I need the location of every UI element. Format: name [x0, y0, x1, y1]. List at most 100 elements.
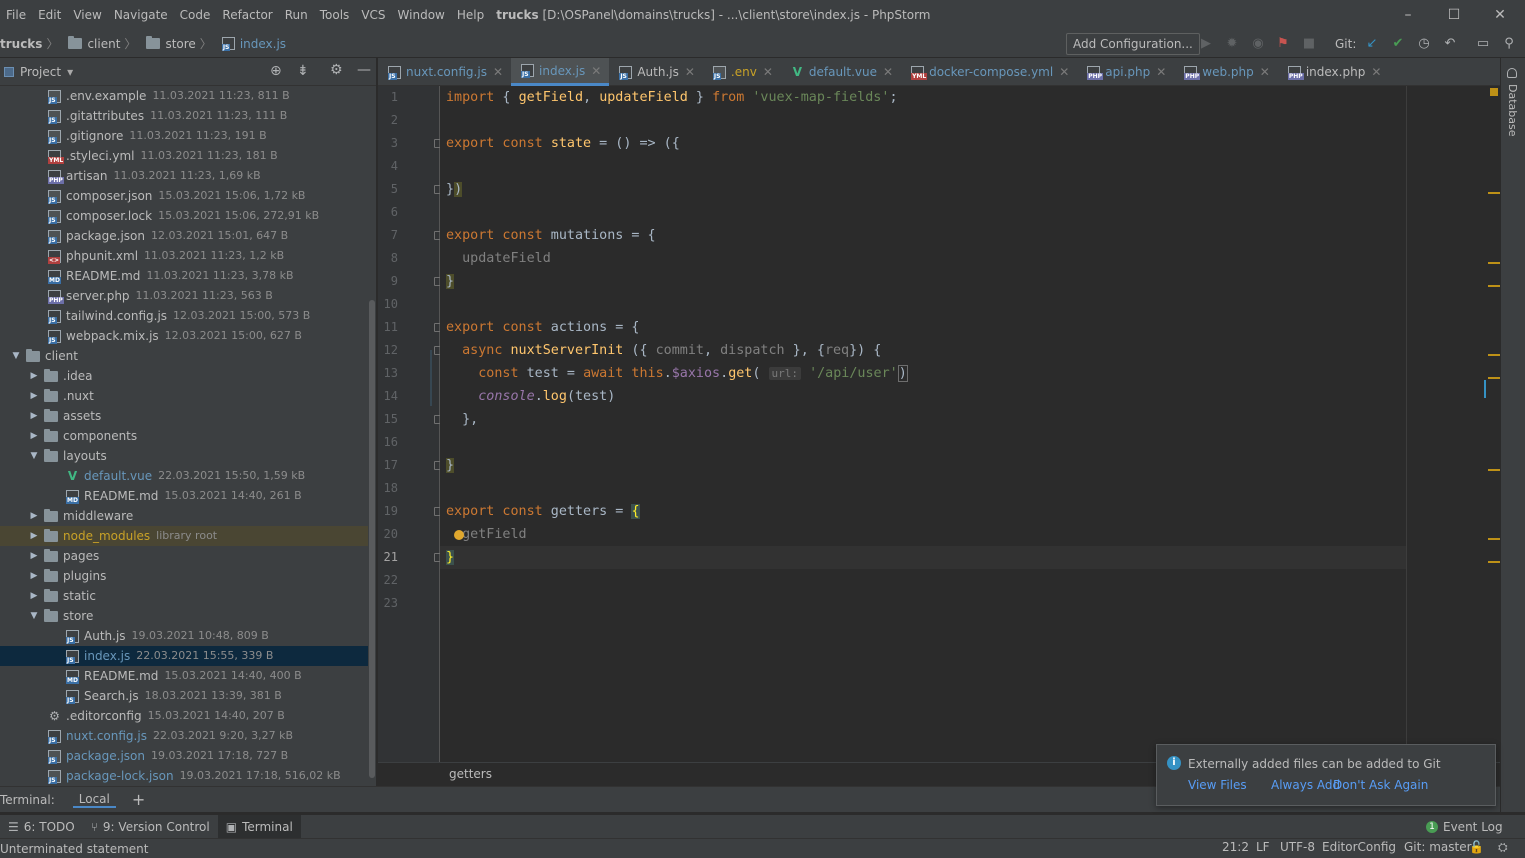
tree-file[interactable]: .env.example 11.03.2021 11:23, 811 B [0, 86, 368, 106]
tree-folder[interactable]: ▶ plugins [0, 566, 368, 586]
collapsed-arrow-icon[interactable]: ▶ [28, 566, 40, 586]
breadcrumb-client[interactable]: client 〉 [68, 35, 142, 52]
chevron-down-icon[interactable]: ▾ [67, 65, 73, 79]
tree-file[interactable]: webpack.mix.js 12.03.2021 15:00, 627 B [0, 326, 368, 346]
tab-default-vue[interactable]: Vdefault.vue ✕ [781, 58, 901, 86]
tree-folder[interactable]: ▼ client [0, 346, 368, 366]
tab-auth-js[interactable]: Auth.js ✕ [609, 58, 703, 86]
collapsed-arrow-icon[interactable]: ▶ [28, 586, 40, 606]
expanded-arrow-icon[interactable]: ▼ [28, 446, 40, 466]
tree-file[interactable]: nuxt.config.js 22.03.2021 9:20, 3,27 kB [0, 726, 368, 746]
menu-code[interactable]: Code [174, 0, 217, 30]
tab-web-php[interactable]: web.php ✕ [1174, 58, 1278, 86]
git-history-icon[interactable]: ◷ [1414, 34, 1434, 54]
tree-file[interactable]: README.md 11.03.2021 11:23, 3,78 kB [0, 266, 368, 286]
warning-indicator-icon[interactable] [1490, 88, 1498, 96]
expanded-arrow-icon[interactable]: ▼ [10, 346, 22, 366]
project-structure-icon[interactable]: ▭ [1473, 34, 1493, 54]
coverage-icon[interactable]: ◉ [1248, 34, 1268, 54]
todo-tool-button[interactable]: ☰ 6: TODO [0, 815, 83, 839]
tree-file[interactable]: package-lock.json 19.03.2021 17:18, 516,0… [0, 766, 368, 786]
git-rollback-icon[interactable]: ↶ [1440, 34, 1460, 54]
git-branch[interactable]: Git: master [1404, 840, 1472, 854]
tab-docker-compose-yml[interactable]: docker-compose.yml ✕ [901, 58, 1077, 86]
tree-file[interactable]: tailwind.config.js 12.03.2021 15:00, 573 … [0, 306, 368, 326]
tab--env[interactable]: .env ✕ [703, 58, 781, 86]
git-update-icon[interactable]: ↙ [1362, 34, 1382, 54]
close-tab-icon[interactable]: ✕ [685, 65, 695, 79]
tree-file[interactable]: README.md 15.03.2021 14:40, 400 B [0, 666, 368, 686]
run-icon[interactable]: ▶ [1196, 34, 1216, 54]
tree-file[interactable]: Auth.js 19.03.2021 10:48, 809 B [0, 626, 368, 646]
menu-navigate[interactable]: Navigate [108, 0, 174, 30]
event-log-tool-button[interactable]: 1 Event Log [1418, 815, 1511, 839]
add-configuration-button[interactable]: Add Configuration... [1066, 33, 1200, 55]
maximize-button[interactable]: ☐ [1431, 0, 1477, 30]
collapsed-arrow-icon[interactable]: ▶ [28, 426, 40, 446]
lock-icon[interactable]: 🔓 [1469, 840, 1484, 854]
close-tab-icon[interactable]: ✕ [493, 65, 503, 79]
tree-folder[interactable]: ▶ node_modules library root [0, 526, 368, 546]
caret-position[interactable]: 21:2 [1222, 840, 1249, 854]
menu-edit[interactable]: Edit [32, 0, 67, 30]
tree-file[interactable]: ⚙ .editorconfig 15.03.2021 14:40, 207 B [0, 706, 368, 726]
editorconfig-status[interactable]: EditorConfig [1322, 840, 1396, 854]
collapsed-arrow-icon[interactable]: ▶ [28, 526, 40, 546]
breadcrumb-project[interactable]: trucks 〉 [0, 35, 64, 52]
line-separator[interactable]: LF [1256, 840, 1270, 854]
stop-icon[interactable]: ■ [1299, 34, 1319, 54]
dont-ask-again-link[interactable]: Don't Ask Again [1333, 778, 1428, 792]
inspector-icon[interactable]: ⛭ [1498, 840, 1508, 855]
close-tab-icon[interactable]: ✕ [763, 65, 773, 79]
terminal-tab-local[interactable]: Local [72, 792, 116, 808]
tree-file[interactable]: artisan 11.03.2021 11:23, 1,69 kB [0, 166, 368, 186]
collapse-all-icon[interactable]: ⇟ [297, 63, 309, 79]
terminal-tool-button[interactable]: ▣ Terminal [217, 814, 301, 839]
database-tool-button[interactable]: Database [1506, 84, 1519, 137]
tree-file[interactable]: composer.json 15.03.2021 15:06, 1,72 kB [0, 186, 368, 206]
close-button[interactable]: ✕ [1477, 0, 1523, 30]
close-tab-icon[interactable]: ✕ [1059, 65, 1069, 79]
menu-refactor[interactable]: Refactor [216, 0, 278, 30]
tree-folder[interactable]: ▼ store [0, 606, 368, 626]
git-commit-icon[interactable]: ✔ [1388, 34, 1408, 54]
menu-view[interactable]: View [67, 0, 107, 30]
tab-index-js[interactable]: index.js ✕ [511, 58, 610, 86]
debug-icon[interactable]: ✹ [1222, 34, 1242, 54]
always-add-link[interactable]: Always Add [1271, 778, 1340, 792]
collapsed-arrow-icon[interactable]: ▶ [28, 406, 40, 426]
profiler-icon[interactable]: ⚑ [1273, 34, 1293, 54]
tab-index-php[interactable]: index.php ✕ [1278, 58, 1390, 86]
tree-file[interactable]: .gitignore 11.03.2021 11:23, 191 B [0, 126, 368, 146]
menu-window[interactable]: Window [392, 0, 451, 30]
lightbulb-icon[interactable] [454, 530, 464, 540]
collapsed-arrow-icon[interactable]: ▶ [28, 506, 40, 526]
collapsed-arrow-icon[interactable]: ▶ [28, 366, 40, 386]
tab-api-php[interactable]: api.php ✕ [1077, 58, 1174, 86]
menu-help[interactable]: Help [451, 0, 490, 30]
breadcrumb-file[interactable]: index.js [221, 37, 286, 51]
gear-icon[interactable]: ⚙ [330, 62, 343, 78]
tab-nuxt-config-js[interactable]: nuxt.config.js ✕ [378, 58, 511, 86]
tree-file[interactable]: .gitattributes 11.03.2021 11:23, 111 B [0, 106, 368, 126]
tree-folder[interactable]: ▶ components [0, 426, 368, 446]
close-tab-icon[interactable]: ✕ [591, 64, 601, 78]
minimize-button[interactable]: – [1385, 0, 1431, 30]
close-tab-icon[interactable]: ✕ [1156, 65, 1166, 79]
expanded-arrow-icon[interactable]: ▼ [28, 606, 40, 626]
tree-file[interactable]: package.json 12.03.2021 15:01, 647 B [0, 226, 368, 246]
tree-file[interactable]: README.md 15.03.2021 14:40, 261 B [0, 486, 368, 506]
collapsed-arrow-icon[interactable]: ▶ [28, 386, 40, 406]
tree-file[interactable]: Vdefault.vue 22.03.2021 15:50, 1,59 kB [0, 466, 368, 486]
tree-file[interactable]: .styleci.yml 11.03.2021 11:23, 181 B [0, 146, 368, 166]
file-encoding[interactable]: UTF-8 [1280, 840, 1315, 854]
collapsed-arrow-icon[interactable]: ▶ [28, 546, 40, 566]
code-editor[interactable]: import { getField, updateField } from 'v… [430, 86, 1500, 762]
tree-file[interactable]: package.json 19.03.2021 17:18, 727 B [0, 746, 368, 766]
search-everywhere-icon[interactable]: ⚲ [1499, 34, 1519, 54]
tree-folder[interactable]: ▼ layouts [0, 446, 368, 466]
tree-folder[interactable]: ▶ middleware [0, 506, 368, 526]
menu-run[interactable]: Run [279, 0, 314, 30]
close-tab-icon[interactable]: ✕ [883, 65, 893, 79]
editor-breadcrumb-getters[interactable]: getters [449, 767, 492, 781]
